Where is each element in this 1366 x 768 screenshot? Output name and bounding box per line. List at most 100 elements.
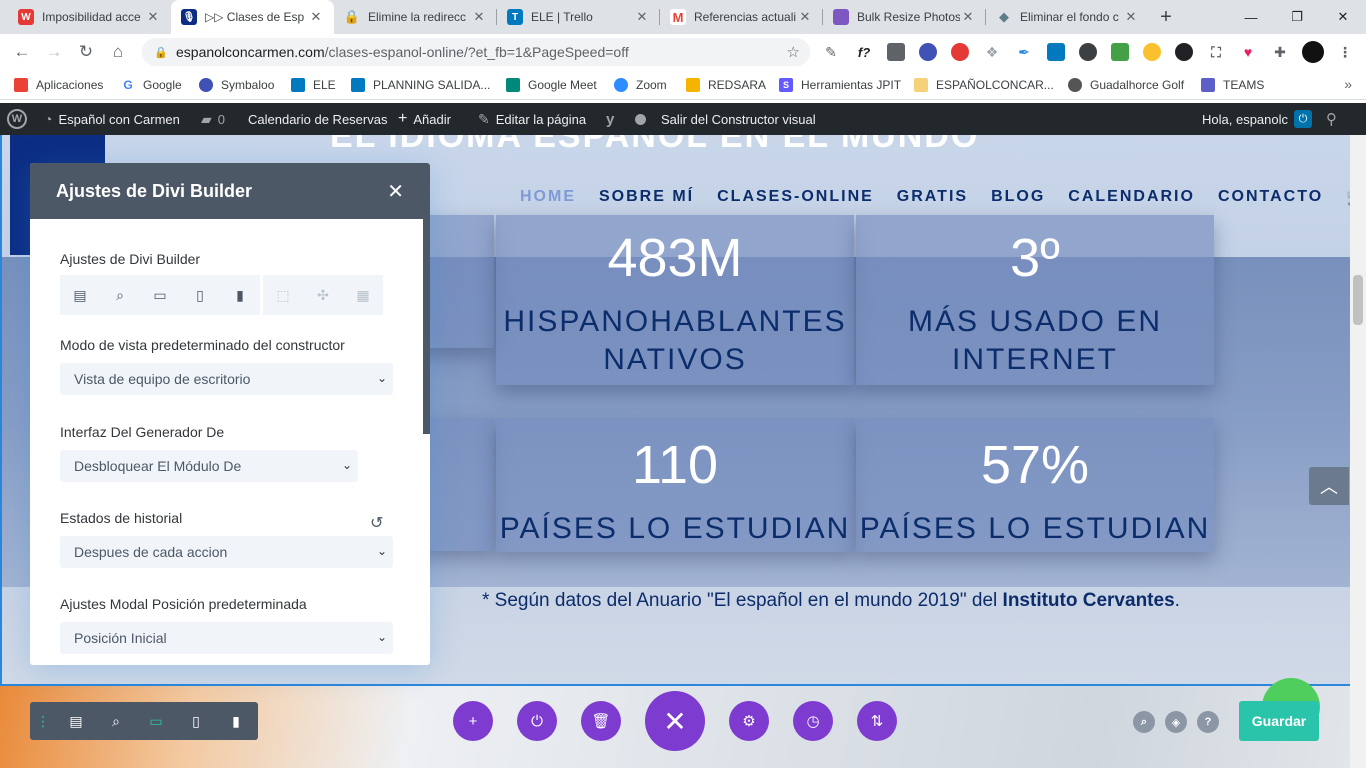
- close-icon[interactable]: ✕: [960, 9, 976, 25]
- layers-icon[interactable]: ◈: [1165, 711, 1187, 733]
- nav-blog[interactable]: BLOG: [991, 188, 1045, 206]
- bookmark-symbaloo[interactable]: Symbaloo: [199, 76, 274, 94]
- eyedropper-icon[interactable]: ✎: [822, 43, 840, 61]
- settings-gear-icon[interactable]: ⚙: [729, 701, 769, 741]
- wireframe-icon[interactable]: ▤: [60, 275, 100, 315]
- grammarly-icon[interactable]: [1079, 43, 1097, 61]
- save-button[interactable]: Guardar: [1239, 701, 1319, 741]
- nav-contacto[interactable]: CONTACTO: [1218, 188, 1323, 206]
- face-icon[interactable]: [1143, 43, 1161, 61]
- zoom-icon[interactable]: ⌕: [100, 275, 140, 315]
- wp-account[interactable]: Hola, espanolc ⏻: [1202, 103, 1312, 135]
- minimize-icon[interactable]: —: [1228, 0, 1274, 34]
- reset-icon[interactable]: ↺: [370, 513, 383, 533]
- bookmark-redsara[interactable]: REDSARA: [686, 76, 766, 94]
- modal-header[interactable]: Ajustes de Divi Builder ✕: [30, 163, 430, 219]
- profile-avatar[interactable]: [1302, 41, 1324, 63]
- browser-tab[interactable]: T ELE | Trello ✕: [497, 0, 660, 34]
- close-builder-icon[interactable]: ✕: [645, 691, 705, 751]
- browser-tab[interactable]: ◆ Eliminar el fondo c ✕: [986, 0, 1149, 34]
- trello-icon[interactable]: [1047, 43, 1065, 61]
- yoast-icon[interactable]: y: [606, 103, 620, 135]
- bookmark-ele[interactable]: ELE: [291, 76, 336, 94]
- wp-edit-page[interactable]: ✎ Editar la página: [478, 103, 586, 135]
- bookmark-meet[interactable]: Google Meet: [506, 76, 597, 94]
- close-icon[interactable]: ✕: [387, 179, 404, 204]
- history-select[interactable]: Despues de cada accion ⌄: [60, 536, 393, 568]
- bookmark-teams[interactable]: TEAMS: [1201, 76, 1264, 94]
- view-mode-select[interactable]: Vista de equipo de escritorio ⌄: [60, 363, 393, 395]
- home-icon[interactable]: ⌂: [106, 40, 130, 64]
- bookmark-google[interactable]: G Google: [121, 76, 182, 94]
- phone-icon[interactable]: ▮: [220, 275, 260, 315]
- modal-scrollbar[interactable]: [423, 219, 430, 434]
- browser-tab[interactable]: Bulk Resize Photos ✕: [823, 0, 986, 34]
- drag-handle-icon[interactable]: ⋮: [30, 713, 56, 730]
- tablet-icon[interactable]: ▯: [176, 702, 216, 740]
- trash-icon[interactable]: 🗑: [581, 701, 621, 741]
- search-icon[interactable]: ⚲: [1326, 103, 1337, 135]
- nav-sobre-mi[interactable]: SOBRE MÍ: [599, 188, 694, 206]
- browser-tab-active[interactable]: 🎙 ▷▷ Clases de Esp ✕: [171, 0, 334, 34]
- speed-icon[interactable]: [1175, 43, 1193, 61]
- back-icon[interactable]: ←: [10, 40, 34, 64]
- nav-clases-online[interactable]: CLASES-ONLINE: [717, 188, 874, 206]
- chrome-menu-icon[interactable]: ⋮: [1336, 43, 1354, 61]
- window-close-icon[interactable]: ✕: [1320, 0, 1366, 34]
- tablet-icon[interactable]: ▯: [180, 275, 220, 315]
- address-bar[interactable]: 🔒 espanolconcarmen.com/clases-espanol-on…: [142, 38, 810, 66]
- phone-icon[interactable]: ▮: [216, 702, 256, 740]
- more-bookmarks-icon[interactable]: »: [1344, 76, 1352, 92]
- close-icon[interactable]: ✕: [145, 9, 161, 25]
- new-tab-button[interactable]: +: [1156, 6, 1176, 29]
- browser-tab[interactable]: 🔒 Elimine la redirecc ✕: [334, 0, 497, 34]
- wp-add-new[interactable]: + Añadir: [398, 103, 451, 135]
- restore-icon[interactable]: ❐: [1274, 0, 1320, 34]
- bookmark-golf[interactable]: Guadalhorce Golf: [1068, 76, 1184, 94]
- wordpress-logo[interactable]: W: [7, 103, 27, 135]
- browser-tab[interactable]: M Referencias actuali ✕: [660, 0, 823, 34]
- recorder-icon[interactable]: [951, 43, 969, 61]
- formula-icon[interactable]: f?: [855, 43, 873, 61]
- browser-tab[interactable]: W Imposibilidad acce ✕: [8, 0, 171, 34]
- extensions-puzzle-icon[interactable]: ✚: [1271, 43, 1289, 61]
- close-icon[interactable]: ✕: [1123, 9, 1139, 25]
- back-to-top-button[interactable]: ︿: [1309, 467, 1349, 505]
- ruler-icon[interactable]: [887, 43, 905, 61]
- bookmark-espanolconcar[interactable]: ESPAÑOLCONCAR...: [914, 76, 1054, 94]
- history-clock-icon[interactable]: ◷: [793, 701, 833, 741]
- screenshot-icon[interactable]: ⛶: [1207, 43, 1225, 61]
- close-icon[interactable]: ✕: [797, 9, 813, 25]
- feather-icon[interactable]: ✒: [1015, 43, 1033, 61]
- nav-gratis[interactable]: GRATIS: [897, 188, 968, 206]
- nav-home[interactable]: HOME: [520, 188, 576, 206]
- scrollbar-thumb[interactable]: [1353, 275, 1363, 325]
- reload-icon[interactable]: ↻: [74, 40, 98, 64]
- interface-select[interactable]: Desbloquear El Módulo De ⌄: [60, 450, 358, 482]
- close-icon[interactable]: ✕: [308, 9, 324, 25]
- load-layout-icon[interactable]: ⏻: [517, 701, 557, 741]
- globe-icon[interactable]: [919, 43, 937, 61]
- evernote-icon[interactable]: [1111, 43, 1129, 61]
- wp-comments-link[interactable]: ▰ 0: [201, 103, 225, 135]
- wp-site-link[interactable]: ◔ Español con Carmen: [44, 103, 180, 135]
- bookmark-star-icon[interactable]: ☆: [787, 43, 800, 61]
- bookmark-planning[interactable]: PLANNING SALIDA...: [351, 76, 490, 94]
- heart-icon[interactable]: ♥: [1239, 43, 1257, 61]
- dropbox-icon[interactable]: ❖: [983, 43, 1001, 61]
- wireframe-icon[interactable]: ▤: [56, 702, 96, 740]
- search-icon[interactable]: ⌕: [1133, 711, 1155, 733]
- zoom-icon[interactable]: ⌕: [96, 702, 136, 740]
- page-scrollbar[interactable]: [1350, 135, 1366, 768]
- wp-exit-builder[interactable]: Salir del Constructor visual: [661, 103, 816, 135]
- wp-calendar-link[interactable]: Calendario de Reservas: [248, 103, 387, 135]
- hover-mode-icon[interactable]: ✣: [303, 275, 343, 315]
- grid-mode-icon[interactable]: ▦: [343, 275, 383, 315]
- forward-icon[interactable]: →: [42, 40, 66, 64]
- close-icon[interactable]: ✕: [634, 9, 650, 25]
- close-icon[interactable]: ✕: [471, 9, 487, 25]
- desktop-icon[interactable]: ▭: [140, 275, 180, 315]
- bookmark-herramientas[interactable]: S Herramientas JPIT: [779, 76, 901, 94]
- help-icon[interactable]: ?: [1197, 711, 1219, 733]
- desktop-icon[interactable]: ▭: [136, 702, 176, 740]
